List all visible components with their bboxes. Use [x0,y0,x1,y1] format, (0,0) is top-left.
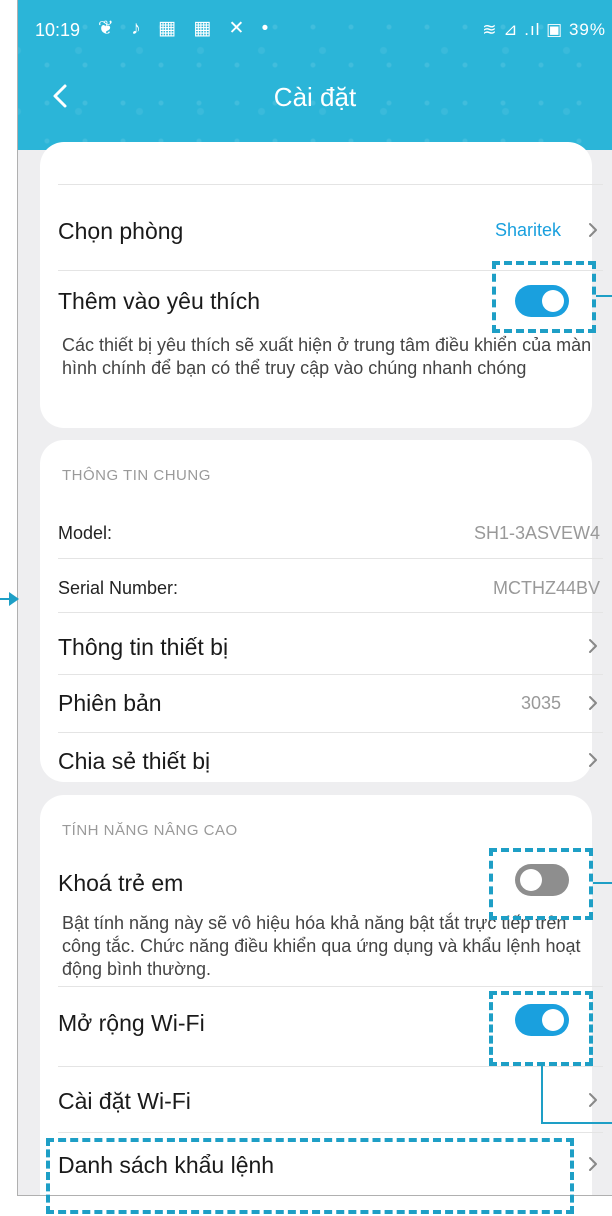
divider [58,732,603,733]
favorite-label: Thêm vào yêu thích [58,288,260,314]
divider [58,674,603,675]
serial-value: MCTHZ44BV [492,578,600,598]
child-lock-label: Khoá trẻ em [58,870,184,896]
favorite-description: Các thiết bị yêu thích sẽ xuất hiện ở tr… [62,335,592,378]
page-title: Cài đặt [273,82,357,112]
chevron-right-icon [589,223,597,237]
child-lock-description: Bật tính năng này sẽ vô hiệu hóa khả năn… [62,913,581,979]
serial-row: Serial Number: MCTHZ44BV [58,562,603,612]
advanced-section-label: TÍNH NĂNG NÂNG CAO [62,822,238,839]
serial-label: Serial Number: [58,578,179,598]
model-value: SH1-3ASVEW4 [473,523,600,543]
status-system-icons: ≋ ⊿ .ıl ▣ 39% [482,20,606,39]
chevron-right-icon [589,1157,597,1171]
annotation-box-favorite [492,261,596,333]
divider [58,1066,603,1067]
divider [58,184,603,185]
model-row: Model: SH1-3ASVEW4 [58,508,603,558]
status-bar: 10:19 ❦ ♪ ▦ ▦ ✕ • ≋ ⊿ .ıl ▣ 39% [18,0,612,60]
device-info-row[interactable]: Thông tin thiết bị [58,618,603,674]
wifi-extend-label: Mở rộng Wi-Fi [58,1010,205,1036]
model-label: Model: [58,523,113,543]
annotation-connector [593,882,612,884]
device-info-label: Thông tin thiết bị [58,634,229,660]
room-select-label: Chọn phòng [58,218,184,244]
annotation-box-wifi-extend [489,991,593,1066]
version-value: 3035 [520,693,561,713]
annotation-connector [541,1122,612,1124]
chevron-right-icon [589,1093,597,1107]
share-device-label: Chia sẻ thiết bị [58,748,211,774]
annotation-connector [541,1066,543,1124]
chevron-right-icon [589,696,597,710]
room-select-value: Sharitek [494,220,561,240]
annotation-box-command-list [46,1138,574,1214]
annotation-connector [596,295,612,297]
app-header: 10:19 ❦ ♪ ▦ ▦ ✕ • ≋ ⊿ .ıl ▣ 39% Cài đặt [18,0,612,150]
annotation-box-child-lock [489,848,593,920]
status-time: 10:19 [35,20,81,40]
share-device-row[interactable]: Chia sẻ thiết bị [58,734,603,782]
divider [58,612,603,613]
divider [58,1132,603,1133]
version-label: Phiên bản [58,690,162,716]
wifi-settings-label: Cài đặt Wi-Fi [58,1088,191,1114]
general-section-label: THÔNG TIN CHUNG [62,467,211,484]
divider [58,986,603,987]
wifi-settings-row[interactable]: Cài đặt Wi-Fi [58,1068,603,1132]
chevron-right-icon [589,639,597,653]
room-select-row[interactable]: Chọn phòng Sharitek [58,200,603,260]
chevron-right-icon [589,753,597,767]
divider [58,558,603,559]
arrow-right-icon [9,592,19,606]
status-app-icons: ❦ ♪ ▦ ▦ ✕ • [98,18,275,39]
version-row[interactable]: Phiên bản 3035 [58,676,603,732]
